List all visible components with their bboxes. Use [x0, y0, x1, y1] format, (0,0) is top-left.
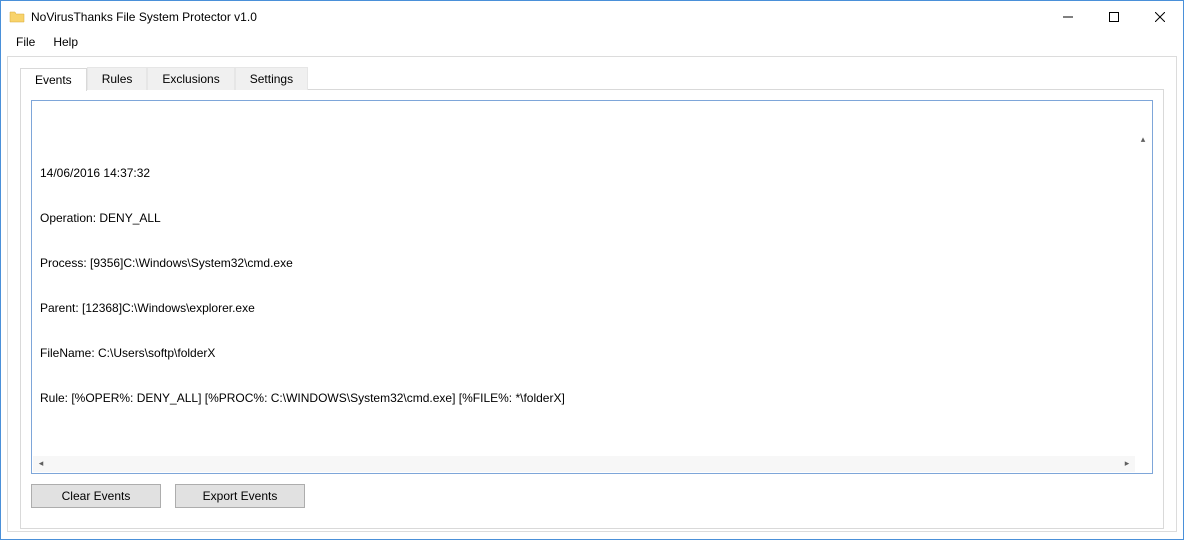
scroll-up-icon[interactable]: ▴ — [1135, 132, 1151, 148]
event-operation: Operation: DENY_ALL — [40, 211, 1144, 226]
vertical-scrollbar[interactable]: ▴ — [1135, 102, 1151, 460]
titlebar: NoVirusThanks File System Protector v1.0 — [1, 1, 1183, 32]
tab-exclusions[interactable]: Exclusions — [147, 67, 234, 90]
menu-file[interactable]: File — [7, 33, 44, 51]
event-rule: Rule: [%OPER%: DENY_ALL] [%PROC%: C:\WIN… — [40, 391, 1144, 406]
minimize-button[interactable] — [1045, 1, 1091, 32]
event-timestamp: 14/06/2016 14:37:32 — [40, 166, 1144, 181]
scroll-right-icon[interactable]: ▸ — [1119, 456, 1135, 472]
button-row: Clear Events Export Events — [31, 484, 1153, 508]
menubar: File Help — [1, 32, 1183, 52]
tab-strip: Events Rules Exclusions Settings — [20, 67, 1164, 90]
tab-panel-events: 14/06/2016 14:37:32 Operation: DENY_ALL … — [20, 89, 1164, 529]
horizontal-scrollbar[interactable]: ◂ ▸ — [33, 456, 1135, 472]
event-entry: 14/06/2016 14:37:32 Operation: DENY_ALL … — [40, 136, 1144, 436]
window-title: NoVirusThanks File System Protector v1.0 — [31, 10, 1045, 24]
scroll-left-icon[interactable]: ◂ — [33, 456, 49, 472]
app-folder-icon — [9, 9, 25, 25]
event-parent: Parent: [12368]C:\Windows\explorer.exe — [40, 301, 1144, 316]
maximize-button[interactable] — [1091, 1, 1137, 32]
event-process: Process: [9356]C:\Windows\System32\cmd.e… — [40, 256, 1144, 271]
event-filename: FileName: C:\Users\softp\folderX — [40, 346, 1144, 361]
clear-events-button[interactable]: Clear Events — [31, 484, 161, 508]
close-button[interactable] — [1137, 1, 1183, 32]
tab-events[interactable]: Events — [20, 68, 87, 91]
tab-settings[interactable]: Settings — [235, 67, 308, 90]
event-log[interactable]: 14/06/2016 14:37:32 Operation: DENY_ALL … — [31, 100, 1153, 474]
client-area: Events Rules Exclusions Settings 14/06/2… — [7, 56, 1177, 532]
menu-help[interactable]: Help — [44, 33, 87, 51]
tab-rules[interactable]: Rules — [87, 67, 148, 90]
export-events-button[interactable]: Export Events — [175, 484, 305, 508]
